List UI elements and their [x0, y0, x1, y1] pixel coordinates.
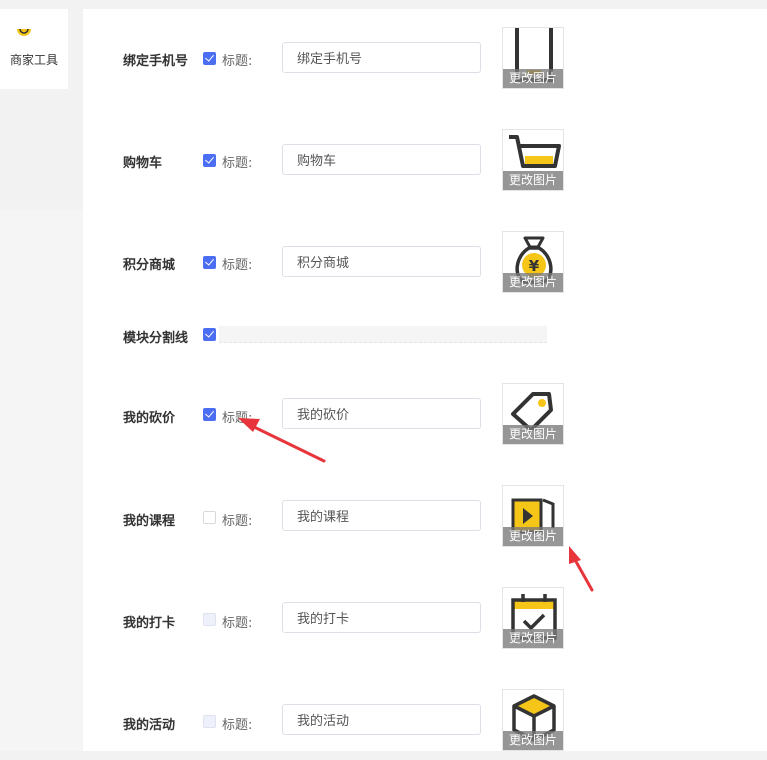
row-bind-phone: 绑定手机号 标题: 更改图片 — [83, 18, 767, 89]
merchant-tools-icon — [17, 29, 31, 36]
image-preview: 更改图片 — [502, 485, 564, 547]
enable-checkbox[interactable] — [203, 715, 216, 728]
row-my-courses: 我的课程 标题: 更改图片 — [83, 485, 767, 547]
row-my-bargain: 我的砍价 标题: 更改图片 — [83, 383, 767, 445]
annotation-arrow-icon — [569, 546, 594, 592]
change-image-button[interactable]: 更改图片 — [503, 171, 563, 190]
image-preview: ¥ 更改图片 — [502, 231, 564, 293]
title-input[interactable] — [282, 704, 481, 735]
change-image-button[interactable]: 更改图片 — [503, 731, 563, 750]
change-image-button[interactable]: 更改图片 — [503, 273, 563, 292]
title-label: 标题: — [222, 258, 253, 273]
sidebar-item-merchant-tools[interactable]: 商家工具 — [0, 9, 68, 89]
row-label: 模块分割线 — [123, 331, 189, 346]
change-image-button[interactable]: 更改图片 — [503, 69, 563, 88]
row-my-activities: 我的活动 标题: 更改图片 — [83, 689, 767, 751]
divider-preview — [219, 326, 547, 343]
enable-checkbox[interactable] — [203, 52, 216, 65]
title-label: 标题: — [222, 54, 253, 69]
row-shopping-cart: 购物车 标题: 更改图片 — [83, 120, 767, 191]
title-input[interactable] — [282, 246, 481, 277]
title-label: 标题: — [222, 156, 253, 171]
change-image-button[interactable]: 更改图片 — [503, 527, 563, 546]
title-input[interactable] — [282, 602, 481, 633]
enable-checkbox[interactable] — [203, 154, 216, 167]
row-label: 积分商城 — [123, 258, 176, 273]
bottom-bar — [0, 751, 767, 760]
image-preview: 更改图片 — [502, 587, 564, 649]
title-input[interactable] — [282, 42, 481, 73]
image-preview: 更改图片 — [502, 129, 564, 191]
annotation-arrow-icon — [238, 418, 326, 463]
change-image-button[interactable]: 更改图片 — [503, 629, 563, 648]
nav-settings-form: 绑定手机号 标题: 更改图片 购物车 标题: 更改图片 积分商城 标题: — [83, 9, 767, 751]
row-label: 我的打卡 — [123, 616, 176, 631]
enable-checkbox[interactable] — [203, 408, 216, 421]
row-label: 我的课程 — [123, 514, 176, 529]
enable-checkbox[interactable] — [203, 328, 216, 341]
title-input[interactable] — [282, 500, 481, 531]
title-label: 标题: — [222, 514, 253, 529]
row-label: 购物车 — [123, 156, 163, 171]
change-image-button[interactable]: 更改图片 — [503, 425, 563, 444]
enable-checkbox[interactable] — [203, 256, 216, 269]
row-module-divider: 模块分割线 — [83, 322, 767, 348]
row-my-checkin: 我的打卡 标题: 更改图片 — [83, 587, 767, 649]
top-bar — [0, 0, 767, 9]
enable-checkbox[interactable] — [203, 613, 216, 626]
image-preview: 更改图片 — [502, 689, 564, 751]
title-input[interactable] — [282, 144, 481, 175]
row-label: 我的砍价 — [123, 411, 176, 426]
image-preview: 更改图片 — [502, 383, 564, 445]
row-points-mall: 积分商城 标题: ¥ 更改图片 — [83, 222, 767, 293]
merchant-tools-label: 商家工具 — [9, 53, 58, 67]
enable-checkbox[interactable] — [203, 511, 216, 524]
title-label: 标题: — [222, 616, 253, 631]
title-label: 标题: — [222, 718, 253, 733]
row-label: 绑定手机号 — [123, 54, 189, 69]
row-label: 我的活动 — [123, 718, 176, 733]
image-preview: 更改图片 — [502, 27, 564, 89]
